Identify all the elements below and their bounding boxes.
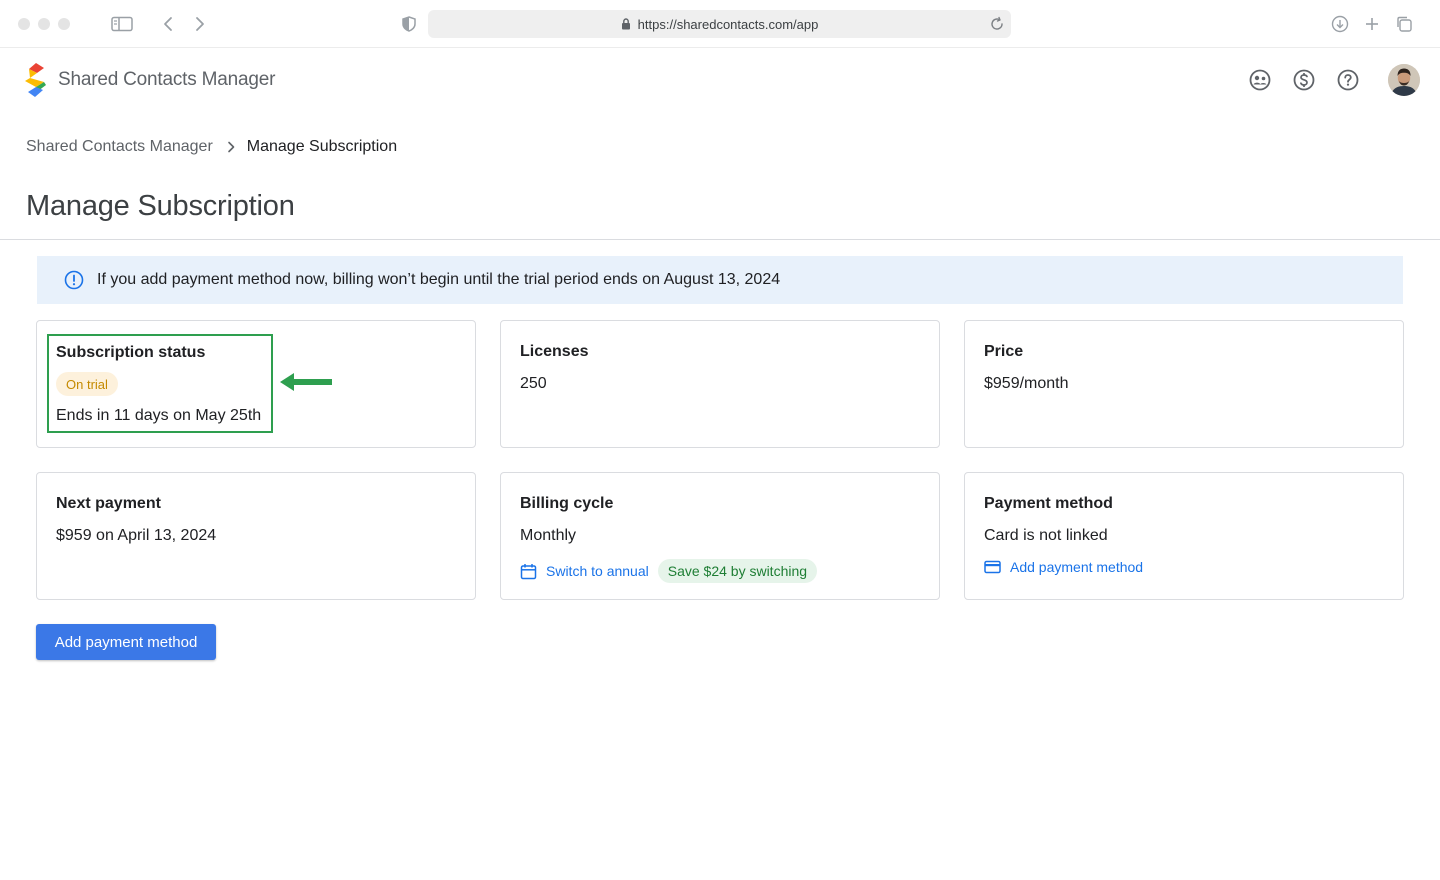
help-icon[interactable] [1336,68,1360,92]
forward-icon[interactable] [192,12,208,36]
credit-card-icon [984,560,1001,574]
app-name[interactable]: Shared Contacts Manager [58,69,275,91]
billing-cycle-value: Monthly [520,527,577,544]
card-title: Subscription status [56,344,206,361]
add-payment-method-link[interactable]: Add payment method [984,559,1143,575]
shield-icon[interactable] [400,12,418,36]
switch-to-annual-link[interactable]: Switch to annual Save $24 by switching [520,559,818,583]
price-card: Price $959/month [964,320,1404,448]
switch-to-annual-label[interactable]: Switch to annual [546,563,649,579]
browser-toolbar: https://sharedcontacts.com/app [0,0,1440,48]
header-divider [0,239,1440,240]
status-badge: On trial [56,372,118,396]
card-title: Next payment [56,495,161,512]
avatar[interactable] [1388,64,1420,96]
address-bar[interactable]: https://sharedcontacts.com/app [428,10,1011,38]
window-close-button[interactable] [18,18,30,30]
app-logo-icon[interactable] [24,63,48,97]
new-tab-icon[interactable] [1362,12,1382,36]
add-payment-method-button[interactable]: Add payment method [36,624,216,660]
back-icon[interactable] [160,12,176,36]
sidebar-toggle-icon[interactable] [110,12,134,36]
trial-end-text: Ends in 11 days on May 25th [56,407,262,424]
card-title: Payment method [984,495,1113,512]
next-payment-value: $959 on April 13, 2024 [56,527,217,544]
arrow-left-icon [280,373,332,391]
savings-badge: Save $24 by switching [657,559,818,583]
licenses-value: 250 [520,375,547,392]
calendar-icon [520,563,537,580]
card-title: Licenses [520,343,589,360]
page-title: Manage Subscription [26,190,295,222]
tab-overview-icon[interactable] [1394,12,1414,36]
chevron-right-icon [227,141,235,153]
banner-text: If you add payment method now, billing w… [97,271,781,288]
add-payment-method-label[interactable]: Add payment method [1010,559,1143,575]
payment-method-card: Payment method Card is not linked Add pa… [964,472,1404,600]
window-minimize-button[interactable] [38,18,50,30]
subscription-status-card: Subscription status On trial Ends in 11 … [36,320,476,448]
window-zoom-button[interactable] [58,18,70,30]
info-banner: If you add payment method now, billing w… [37,256,1403,304]
app-header: Shared Contacts Manager [0,48,1440,112]
download-icon[interactable] [1330,12,1350,36]
next-payment-card: Next payment $959 on April 13, 2024 [36,472,476,600]
card-title: Price [984,343,1024,360]
people-icon[interactable] [1248,68,1272,92]
breadcrumb-item-home[interactable]: Shared Contacts Manager [26,138,213,156]
payment-method-value: Card is not linked [984,527,1108,544]
breadcrumb: Shared Contacts Manager Manage Subscript… [26,138,397,156]
url-text: https://sharedcontacts.com/app [637,16,819,32]
info-icon [64,270,84,290]
billing-cycle-card: Billing cycle Monthly Switch to annual S… [500,472,940,600]
reload-icon[interactable] [989,16,1005,32]
price-value: $959/month [984,375,1069,392]
lock-icon [621,18,631,30]
licenses-card: Licenses 250 [500,320,940,448]
card-title: Billing cycle [520,495,614,512]
breadcrumb-item-current: Manage Subscription [246,138,398,155]
dollar-icon[interactable] [1292,68,1316,92]
